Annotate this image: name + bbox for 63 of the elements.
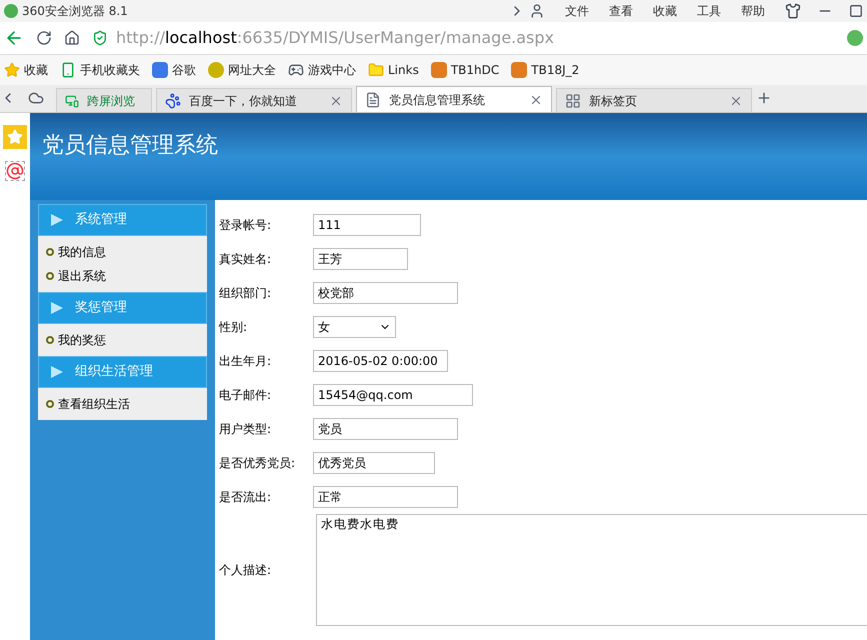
shirt-icon[interactable] [785, 3, 801, 19]
text-field[interactable]: 党员 [313, 418, 458, 440]
phone-icon [60, 62, 76, 78]
field-label: 个人描述: [219, 562, 272, 579]
select-field[interactable]: 女 [313, 316, 396, 338]
text-field[interactable]: 正常 [313, 486, 458, 508]
menu-item[interactable]: 查看 [601, 2, 641, 20]
bookmark-item[interactable]: 网址大全 [208, 61, 276, 79]
paw-icon [165, 92, 181, 108]
bookmark-item[interactable]: 收藏 [4, 61, 48, 79]
page-icon [365, 92, 381, 108]
textarea-field[interactable]: 水电费水电费 [316, 514, 867, 626]
field-label: 登录帐号: [219, 217, 272, 234]
bookmark-item[interactable]: 谷歌 [152, 61, 196, 79]
app-title: 党员信息管理系统 [42, 132, 218, 160]
user-icon[interactable] [529, 3, 545, 19]
field-label: 组织部门: [219, 285, 272, 302]
bookmark-item[interactable]: Links [368, 61, 419, 79]
shield-icon [92, 30, 108, 46]
home-icon[interactable] [64, 30, 80, 46]
browser-tab[interactable]: 百度一下，你就知道 [156, 88, 352, 112]
field-label: 电子邮件: [219, 387, 272, 404]
bullet-icon [46, 336, 54, 344]
field-label: 真实姓名: [219, 251, 272, 268]
bookmark-item[interactable]: TB1hDC [430, 61, 500, 79]
bullet-icon [46, 400, 54, 408]
text-field[interactable]: 15454@qq.com [313, 384, 473, 406]
menu-item[interactable]: 收藏 [645, 2, 685, 20]
browser-tab[interactable]: 新标签页 [556, 88, 752, 112]
star-icon [4, 62, 20, 78]
bookmark-item[interactable]: TB18J_2 [511, 61, 580, 79]
text-field[interactable]: 2016-05-02 0:00:00 [313, 350, 448, 372]
menu-item[interactable]: 帮助 [733, 2, 773, 20]
sidebar-item[interactable]: 我的信息 [38, 240, 207, 264]
field-label: 是否优秀党员: [219, 455, 296, 472]
window-title: 360安全浏览器 8.1 [22, 3, 128, 20]
text-field[interactable]: 王芳 [313, 248, 408, 270]
field-label: 用户类型: [219, 421, 272, 438]
browser-tab[interactable]: 跨屏浏览 [56, 88, 152, 112]
maximize-icon[interactable] [849, 4, 863, 18]
field-label: 是否流出: [219, 489, 272, 506]
address-field[interactable]: http://localhost:6635/DYMIS/UserManger/manage.aspx [92, 26, 835, 50]
grid-icon [565, 92, 581, 108]
new-tab-icon[interactable] [756, 90, 772, 106]
sidebar-item[interactable]: 退出系统 [38, 264, 207, 288]
at-sign-icon[interactable] [5, 161, 25, 181]
cloud-icon[interactable] [28, 90, 44, 106]
text-field[interactable]: 优秀党员 [313, 452, 435, 474]
bullet-icon [46, 272, 54, 280]
bookmark-item[interactable]: 游戏中心 [288, 61, 356, 79]
field-label: 出生年月: [219, 353, 272, 370]
menu-item[interactable]: 文件 [557, 2, 597, 20]
folder-icon [368, 62, 384, 78]
reload-icon[interactable] [36, 30, 52, 46]
bullet-icon [46, 248, 54, 256]
bookmark-item[interactable]: 手机收藏夹 [60, 61, 140, 79]
text-field[interactable]: 校党部 [313, 282, 458, 304]
browser-tab[interactable]: 党员信息管理系统 [356, 86, 552, 112]
text-field[interactable]: 111 [313, 214, 421, 236]
gamepad-icon [288, 62, 304, 78]
browser-logo-icon [4, 4, 18, 18]
field-label: 性别: [219, 319, 248, 336]
menu-item[interactable]: 工具 [689, 2, 729, 20]
